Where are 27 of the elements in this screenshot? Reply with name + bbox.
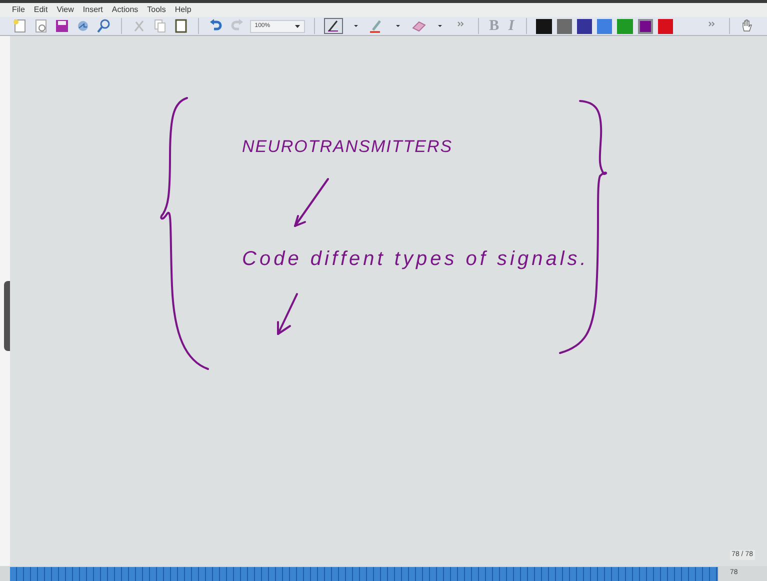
arrow-drawing <box>277 293 298 335</box>
save-icon[interactable] <box>54 18 70 34</box>
page-strip[interactable] <box>10 566 718 580</box>
color-swatch[interactable] <box>638 18 654 34</box>
color-swatch[interactable] <box>597 18 612 34</box>
handwritten-note: Code diffent types of signals. <box>242 247 589 272</box>
send-icon[interactable] <box>75 18 91 34</box>
open-document-icon[interactable] <box>33 18 49 34</box>
color-swatch[interactable] <box>617 18 633 34</box>
handwritten-note: NEUROTRANSMITTERS <box>242 136 453 158</box>
caret-icon[interactable] <box>294 24 300 28</box>
menu-item[interactable]: Tools <box>147 6 166 14</box>
arrow-drawing <box>294 178 329 227</box>
menu-item[interactable]: View <box>56 6 74 14</box>
color-swatch[interactable] <box>658 18 674 34</box>
menu-item[interactable]: Insert <box>82 6 103 14</box>
new-page-icon[interactable] <box>12 18 28 34</box>
menu-item[interactable]: Actions <box>112 6 138 14</box>
menu-item[interactable]: Help <box>174 6 192 14</box>
menu-item[interactable]: Edit <box>34 6 48 14</box>
menu-item[interactable]: File <box>12 6 25 14</box>
paste-icon[interactable] <box>172 18 189 34</box>
pen-button[interactable] <box>324 18 344 34</box>
color-swatch[interactable] <box>536 18 552 34</box>
search-icon[interactable] <box>96 18 112 34</box>
color-swatch[interactable] <box>556 18 572 34</box>
color-swatch[interactable] <box>576 18 592 34</box>
